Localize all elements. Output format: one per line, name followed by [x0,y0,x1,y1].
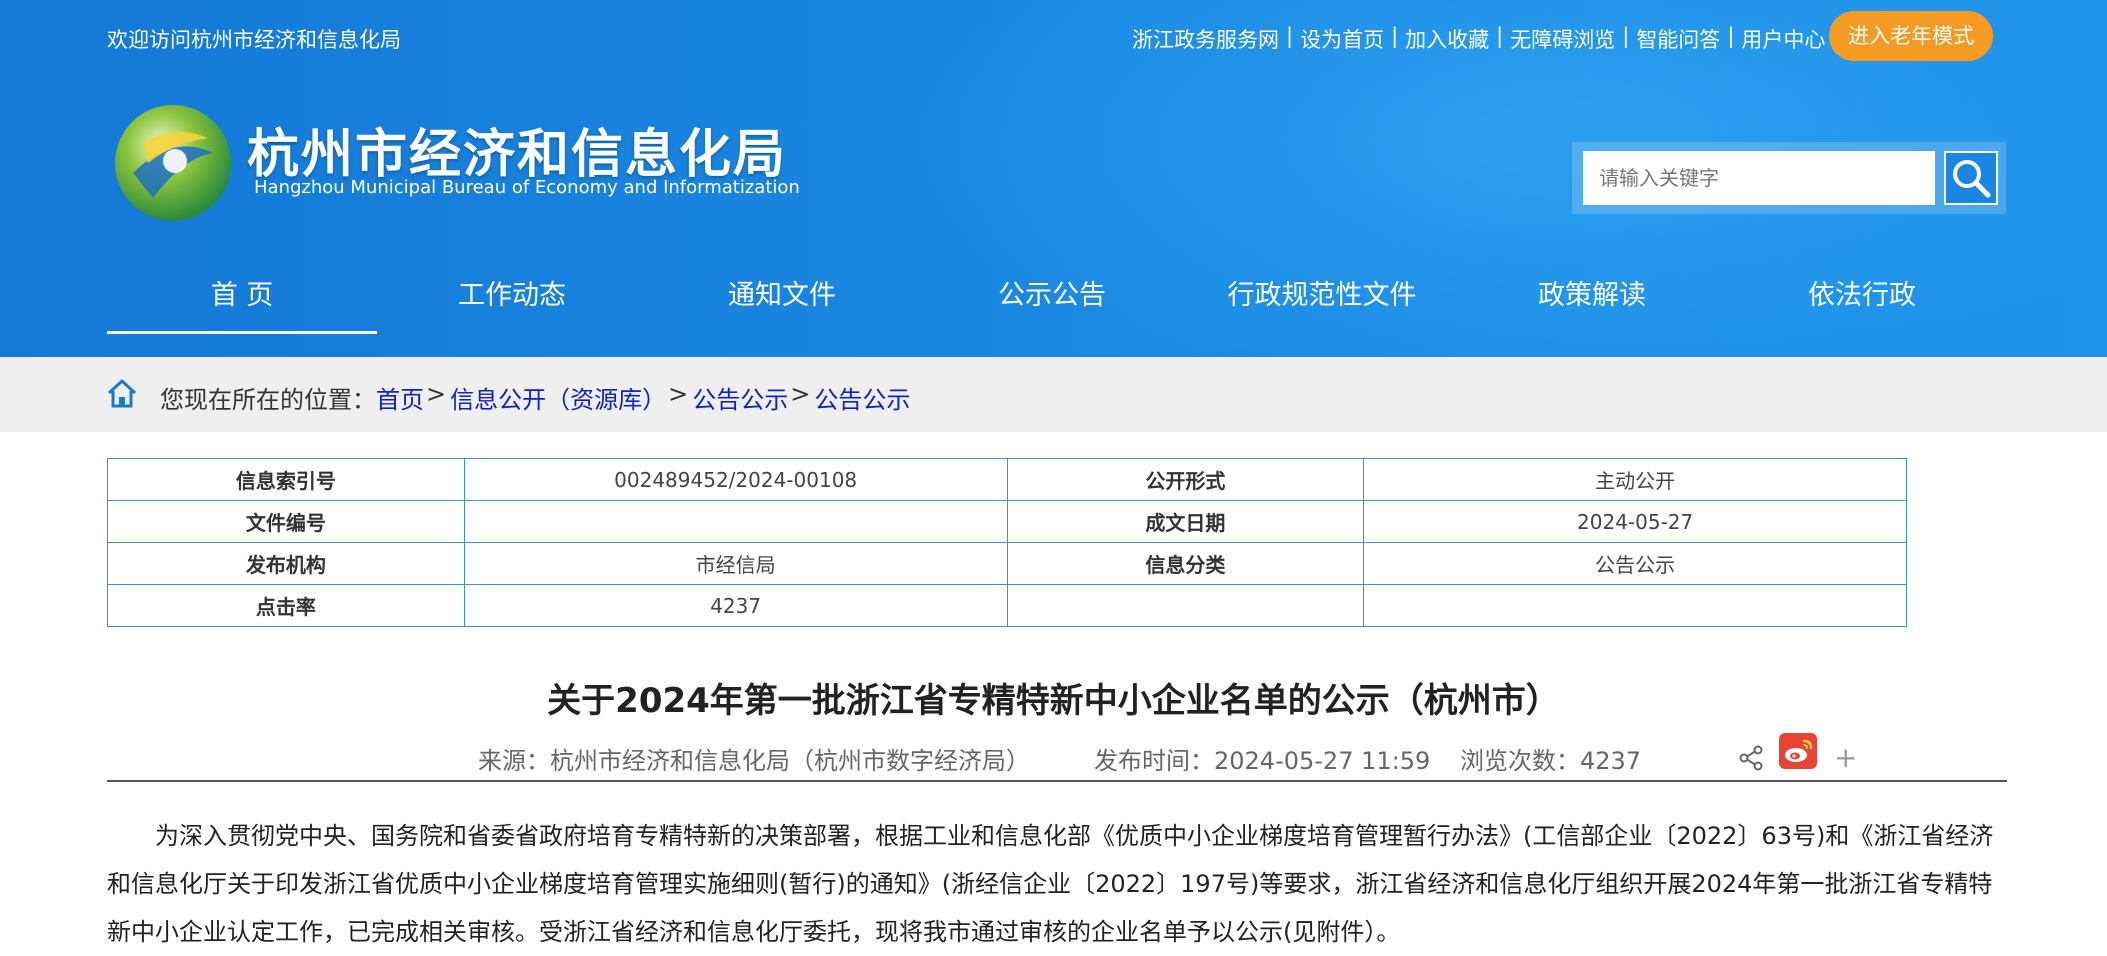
top-link-add-favorite[interactable]: 加入收藏 [1405,24,1489,54]
article-source: 来源：杭州市经济和信息化局（杭州市数字经济局） [478,747,1030,775]
nav-item-home[interactable]: 首 页 [107,256,377,336]
nav-item-regulatory-docs[interactable]: 行政规范性文件 [1187,256,1457,336]
info-label: 点击率 [107,584,465,627]
welcome-text: 欢迎访问杭州市经济和信息化局 [107,28,401,52]
top-link-user-center[interactable]: 用户中心 [1741,24,1825,54]
weibo-glyph [1785,739,1813,762]
info-table: 信息索引号 002489452/2024-00108 公开形式 主动公开 文件编… [107,458,1907,627]
info-value: 市经信局 [463,542,1008,585]
nav-item-policy-interpretation[interactable]: 政策解读 [1457,256,1727,336]
site-subtitle: Hangzhou Municipal Bureau of Economy and… [254,177,800,198]
table-row: 信息索引号 002489452/2024-00108 公开形式 主动公开 [107,458,1907,501]
nav-item-announcements[interactable]: 公示公告 [917,256,1187,336]
table-row: 文件编号 成文日期 2024-05-27 [107,500,1907,543]
info-label: 文件编号 [107,500,465,543]
info-value: 4237 [463,584,1008,627]
article-view-count: 浏览次数：4237 [1460,747,1642,775]
breadcrumb-info-disclosure[interactable]: 信息公开（资源库） [450,380,666,415]
info-value: 公告公示 [1363,542,1907,585]
breadcrumb-announcement[interactable]: 公告公示 [692,380,788,415]
article-body: 为深入贯彻党中央、国务院和省委省政府培育专精特新的决策部署，根据工业和信息化部《… [107,822,1994,946]
info-value [1363,584,1907,627]
weibo-icon[interactable] [1779,733,1817,769]
breadcrumb-announcement-current[interactable]: 公告公示 [814,380,910,415]
top-link-separator: | [1622,24,1630,48]
info-label: 信息索引号 [107,458,465,501]
search-button[interactable] [1944,151,1998,205]
info-label: 信息分类 [1006,542,1365,585]
search-input[interactable] [1583,151,1935,205]
site-title: 杭州市经济和信息化局 [247,125,788,185]
main-nav: 首 页 工作动态 通知文件 公示公告 行政规范性文件 政策解读 依法行政 [107,256,1997,336]
article-publish-time: 发布时间：2024-05-27 11:59 [1094,747,1431,775]
home-icon[interactable] [105,376,139,410]
info-value: 002489452/2024-00108 [463,458,1008,501]
top-link-set-homepage[interactable]: 设为首页 [1300,24,1384,54]
top-link-separator: | [1727,24,1735,48]
breadcrumb-arrow: > [790,380,811,408]
article-title: 关于2024年第一批浙江省专精特新中小企业名单的公示（杭州市） [547,681,1560,721]
share-icon[interactable] [1737,744,1765,772]
top-link-separator: | [1391,24,1399,48]
breadcrumb: 您现在所在的位置： 首页 > 信息公开（资源库） > 公告公示 > 公告公示 [160,380,910,415]
nav-item-work-news[interactable]: 工作动态 [377,256,647,336]
top-link-separator: | [1496,24,1504,48]
breadcrumb-arrow: > [668,380,689,408]
table-row: 发布机构 市经信局 信息分类 公告公示 [107,542,1907,585]
info-value: 主动公开 [1363,458,1907,501]
info-value: 2024-05-27 [1363,500,1907,543]
nav-item-law-administration[interactable]: 依法行政 [1727,256,1997,336]
divider [107,780,2007,782]
table-row: 点击率 4237 [107,584,1907,627]
nav-item-notices[interactable]: 通知文件 [647,256,917,336]
info-label: 发布机构 [107,542,465,585]
top-link-accessibility[interactable]: 无障碍浏览 [1510,24,1615,54]
top-link-separator: | [1286,24,1294,48]
elder-mode-button[interactable]: 进入老年模式 [1829,11,1993,61]
info-value [463,500,1008,543]
top-links: 浙江政务服务网 | 设为首页 | 加入收藏 | 无障碍浏览 | 智能问答 | 用… [1132,24,1825,54]
breadcrumb-home[interactable]: 首页 [376,380,424,415]
site-emblem-icon[interactable] [113,103,233,223]
breadcrumb-prefix: 您现在所在的位置： [160,386,376,414]
breadcrumb-arrow: > [426,380,447,408]
search-icon [1953,160,1991,198]
top-link-smart-qa[interactable]: 智能问答 [1636,24,1720,54]
info-label [1006,584,1365,627]
top-link-zhejiang-gov[interactable]: 浙江政务服务网 [1132,24,1279,54]
info-label: 公开形式 [1006,458,1365,501]
info-label: 成文日期 [1006,500,1365,543]
plus-icon[interactable]: + [1834,741,1857,775]
